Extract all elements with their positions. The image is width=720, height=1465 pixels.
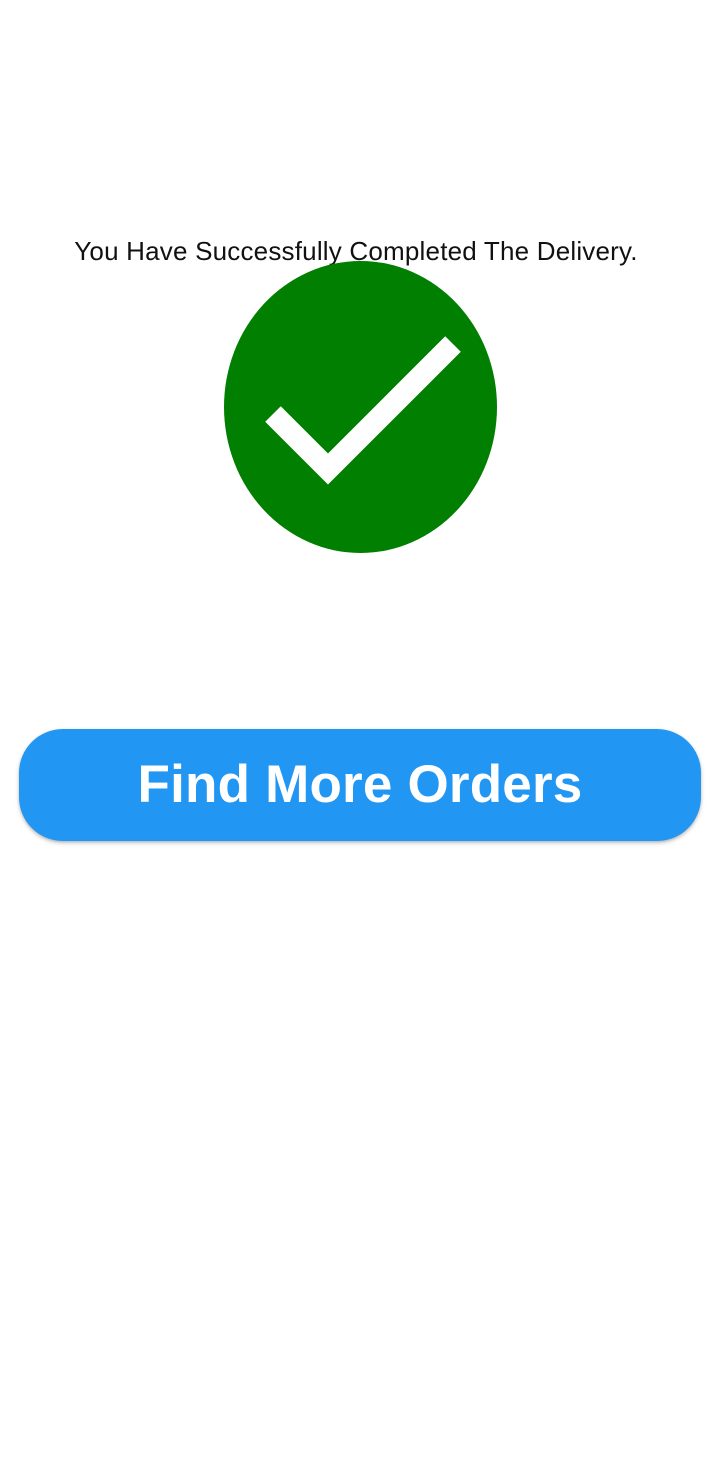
checkmark-circle-icon xyxy=(224,261,497,553)
success-badge xyxy=(223,260,498,554)
success-circle xyxy=(224,261,497,553)
find-more-orders-label: Find More Orders xyxy=(137,755,583,814)
delivery-complete-screen: You Have Successfully Completed The Deli… xyxy=(0,0,720,1465)
find-more-orders-button[interactable]: Find More Orders xyxy=(19,729,701,841)
